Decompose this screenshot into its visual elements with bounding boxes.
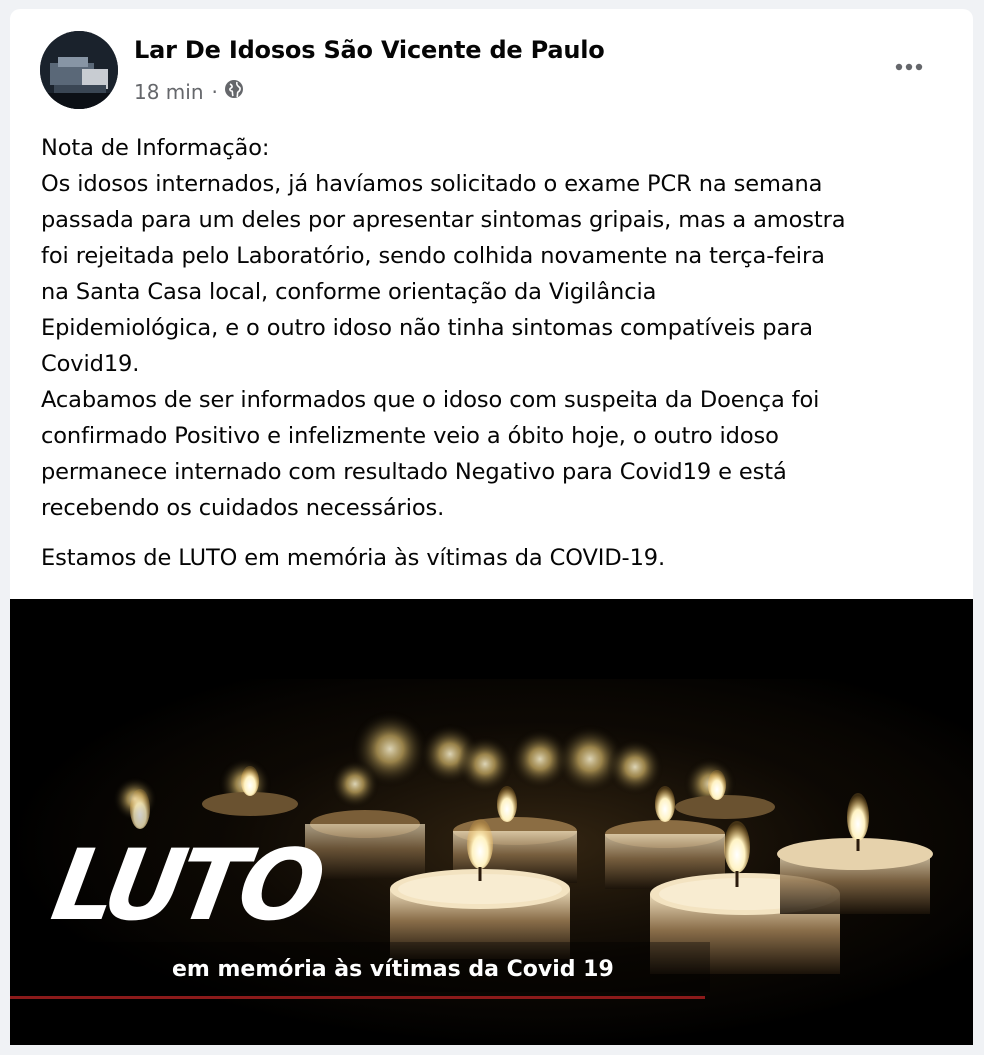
post-timestamp[interactable]: 18 min: [134, 80, 204, 104]
caption-accent-line: [10, 996, 705, 999]
avatar-photo: [40, 31, 118, 109]
page-name[interactable]: Lar De Idosos São Vicente de Paulo: [134, 36, 605, 64]
post-footer-divider: [10, 1045, 973, 1055]
post-paragraph-mourning: Estamos de LUTO em memória às vítimas da…: [41, 545, 666, 571]
more-options-icon[interactable]: [889, 55, 929, 79]
post-meta: 18 min ·: [134, 79, 244, 104]
post-paragraph-info: Nota de Informação: Os idosos internados…: [41, 135, 846, 521]
post-image[interactable]: LUTO em memória às vítimas da Covid 19: [10, 599, 973, 1045]
image-caption: em memória às vítimas da Covid 19: [172, 957, 614, 982]
candles-image: LUTO em memória às vítimas da Covid 19: [10, 599, 973, 1045]
facebook-post: Lar De Idosos São Vicente de Paulo 18 mi…: [10, 9, 973, 1055]
luto-headline: LUTO: [44, 829, 330, 943]
post-message: Nota de Informação: Os idosos internados…: [41, 130, 951, 576]
globe-icon: [224, 79, 244, 104]
post-header: Lar De Idosos São Vicente de Paulo 18 mi…: [10, 9, 973, 119]
meta-separator: ·: [211, 79, 218, 104]
page-avatar[interactable]: [40, 31, 118, 109]
